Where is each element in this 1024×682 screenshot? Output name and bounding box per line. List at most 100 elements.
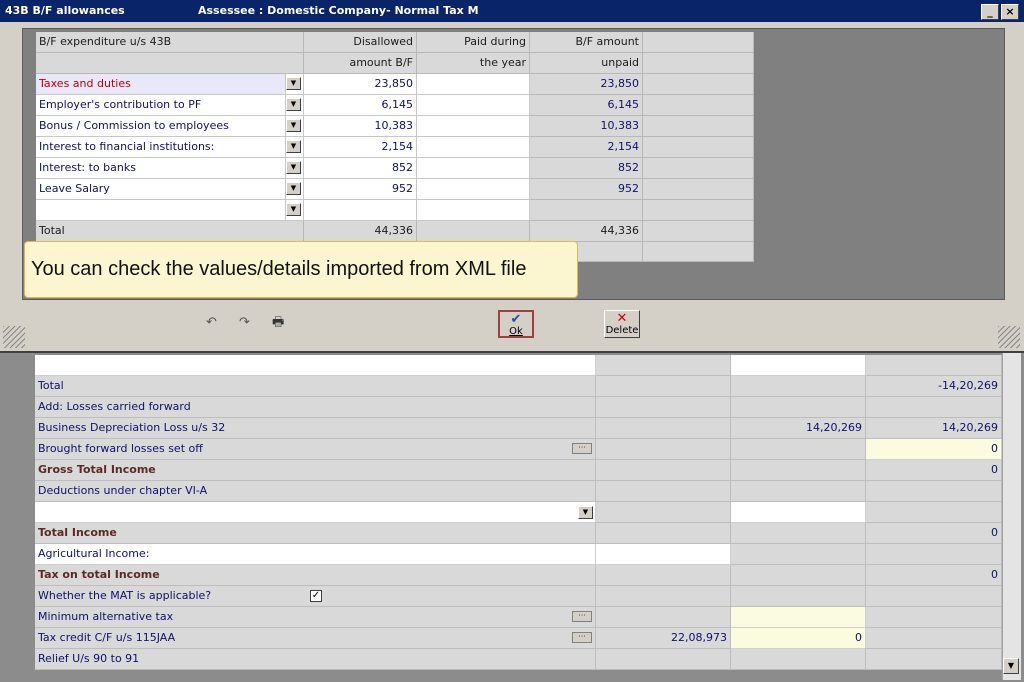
grid-row: ▼ xyxy=(35,502,1002,523)
mat-input[interactable] xyxy=(731,607,866,628)
expenditure-select[interactable]: Employer's contribution to PF xyxy=(36,95,286,116)
disallowed-amount-input[interactable] xyxy=(304,200,417,221)
redo-icon[interactable]: ↷ xyxy=(239,315,250,330)
resize-grip-icon[interactable] xyxy=(998,326,1020,348)
row-label: Brought forward losses set off xyxy=(35,439,596,460)
row-label[interactable] xyxy=(35,355,596,376)
dialog-title-bar: 43B B/F allowances Assessee : Domestic C… xyxy=(0,0,1024,22)
agricultural-income-input[interactable] xyxy=(596,544,731,565)
paid-during-year-input[interactable] xyxy=(417,95,530,116)
chevron-down-icon[interactable]: ▼ xyxy=(578,506,593,519)
scroll-down-icon[interactable]: ▼ xyxy=(1003,658,1019,674)
grid-row: Business Depreciation Loss u/s 32 14,20,… xyxy=(35,418,1002,439)
bf-losses-set-off-input[interactable]: 0 xyxy=(866,439,1002,460)
col4-cell xyxy=(866,628,1002,649)
bf-amount-unpaid: 6,145 xyxy=(530,95,643,116)
blank-cell xyxy=(643,95,754,116)
header-disallowed: Disallowed xyxy=(304,32,417,53)
dropdown-cell: ▼ xyxy=(286,137,304,158)
minimize-icon[interactable]: _ xyxy=(981,4,999,20)
expenditure-select[interactable]: Interest to financial institutions: xyxy=(36,137,286,158)
disallowed-amount-input[interactable]: 10,383 xyxy=(304,116,417,137)
blank-cell xyxy=(643,200,754,221)
ok-button[interactable]: ✔ Ok xyxy=(498,310,534,338)
row-label: Agricultural Income: xyxy=(35,544,596,565)
gross-total-income-value: 0 xyxy=(866,460,1002,481)
paid-during-year-input[interactable] xyxy=(417,158,530,179)
disallowed-amount-input[interactable]: 23,850 xyxy=(304,74,417,95)
ellipsis-button[interactable]: ··· xyxy=(572,611,592,622)
dropdown-cell: ▼ xyxy=(286,95,304,116)
paid-during-year-input[interactable] xyxy=(417,74,530,95)
row-label: Total xyxy=(35,376,596,397)
disallowed-amount-input[interactable]: 852 xyxy=(304,158,417,179)
chevron-down-icon[interactable]: ▼ xyxy=(286,182,301,195)
row-label: Deductions under chapter VI-A xyxy=(35,481,596,502)
paid-during-year-input[interactable] xyxy=(417,137,530,158)
col3-cell[interactable] xyxy=(731,355,866,376)
total-paid xyxy=(417,221,530,242)
grid-row: Add: Losses carried forward xyxy=(35,397,1002,418)
print-icon[interactable]: 🖶 xyxy=(272,313,284,335)
bf-expenditure-table: B/F expenditure u/s 43B Disallowed Paid … xyxy=(36,32,754,262)
grid-row: Whether the MAT is applicable? ✓ xyxy=(35,586,1002,607)
col2-cell xyxy=(596,376,731,397)
col2-cell xyxy=(596,481,731,502)
col2-cell xyxy=(596,439,731,460)
undo-icon[interactable]: ↶ xyxy=(206,315,217,330)
dialog-title: 43B B/F allowances xyxy=(5,4,125,17)
bf-amount-unpaid: 952 xyxy=(530,179,643,200)
mat-applicable-checkbox[interactable]: ✓ xyxy=(310,590,322,602)
paid-during-year-input[interactable] xyxy=(417,116,530,137)
blank-cell xyxy=(643,116,754,137)
col2-cell xyxy=(596,418,731,439)
col3-cell xyxy=(731,649,866,670)
expenditure-select[interactable]: Taxes and duties xyxy=(36,74,286,95)
disallowed-amount-input[interactable]: 952 xyxy=(304,179,417,200)
delete-x-icon: ✕ xyxy=(616,311,628,326)
ellipsis-button[interactable]: ··· xyxy=(572,632,592,643)
chevron-down-icon[interactable]: ▼ xyxy=(286,203,301,216)
deduction-select[interactable] xyxy=(35,502,596,523)
resize-grip-icon[interactable] xyxy=(3,326,25,348)
blank-cell xyxy=(643,74,754,95)
row-label: Tax on total Income xyxy=(35,565,596,586)
grid-row: Minimum alternative tax ··· xyxy=(35,607,1002,628)
expenditure-select[interactable]: Bonus / Commission to employees xyxy=(36,116,286,137)
row-label: Gross Total Income xyxy=(35,460,596,481)
paid-during-year-input[interactable] xyxy=(417,179,530,200)
blank-cell xyxy=(643,242,754,262)
grid-row: Tax on total Income 0 xyxy=(35,565,1002,586)
tax-credit-input[interactable]: 0 xyxy=(731,628,866,649)
chevron-down-icon[interactable]: ▼ xyxy=(286,161,301,174)
row-label: Minimum alternative tax xyxy=(35,607,596,628)
delete-button[interactable]: ✕ Delete xyxy=(604,310,640,338)
expenditure-select[interactable] xyxy=(36,200,286,221)
grid-row: Total Income 0 xyxy=(35,523,1002,544)
chevron-down-icon[interactable]: ▼ xyxy=(286,140,301,153)
depreciation-loss-value: 14,20,269 xyxy=(731,418,866,439)
dropdown-cell: ▼ xyxy=(286,74,304,95)
row-label: Business Depreciation Loss u/s 32 xyxy=(35,418,596,439)
chevron-down-icon[interactable]: ▼ xyxy=(286,119,301,132)
paid-during-year-input[interactable] xyxy=(417,200,530,221)
expenditure-select[interactable]: Leave Salary xyxy=(36,179,286,200)
deduction-amount-input[interactable] xyxy=(731,502,866,523)
chevron-down-icon[interactable]: ▼ xyxy=(286,77,301,90)
close-icon[interactable]: × xyxy=(1001,4,1019,20)
checkmark-icon: ✔ xyxy=(510,312,522,327)
col4-cell xyxy=(866,397,1002,418)
col2-cell xyxy=(596,355,731,376)
total-label: Total xyxy=(36,221,304,242)
dropdown-cell: ▼ xyxy=(286,200,304,221)
disallowed-amount-input[interactable]: 2,154 xyxy=(304,137,417,158)
vertical-scrollbar[interactable] xyxy=(1002,353,1021,680)
bf-allowances-dialog: 43B B/F allowances Assessee : Domestic C… xyxy=(0,0,1024,351)
expenditure-select[interactable]: Interest: to banks xyxy=(36,158,286,179)
ok-label: Ok xyxy=(509,326,523,337)
ellipsis-button[interactable]: ··· xyxy=(572,443,592,454)
disallowed-amount-input[interactable]: 6,145 xyxy=(304,95,417,116)
col2-cell xyxy=(596,649,731,670)
chevron-down-icon[interactable]: ▼ xyxy=(286,98,301,111)
col3-cell xyxy=(731,460,866,481)
